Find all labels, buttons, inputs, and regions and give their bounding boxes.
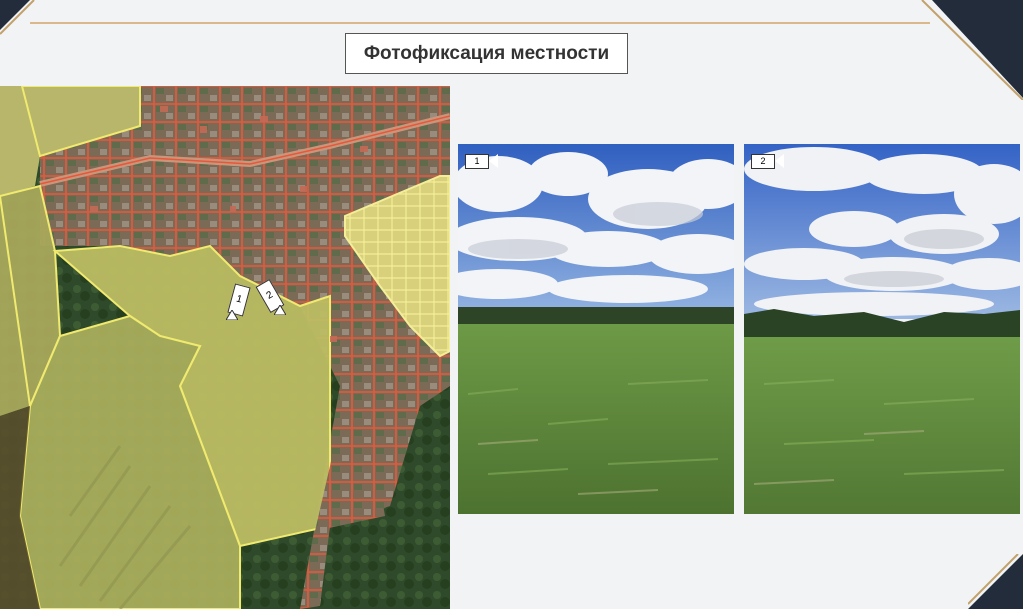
field-photo-1-image <box>458 144 734 514</box>
camera-marker-2-pointer <box>274 305 286 315</box>
corner-decoration-left <box>0 0 35 35</box>
field-photo-1[interactable]: 1 <box>458 144 734 514</box>
satellite-map[interactable]: 1 2 <box>0 86 450 609</box>
corner-decoration-top-right <box>921 0 1023 100</box>
page-title: Фотофиксация местности <box>345 33 628 74</box>
corner-decoration-bottom-right <box>968 554 1023 609</box>
camera-icon <box>489 154 498 168</box>
camera-icon <box>775 154 784 168</box>
camera-marker-1-pointer <box>226 310 238 320</box>
photo-2-label: 2 <box>751 154 775 169</box>
header-divider <box>30 22 930 24</box>
map-canvas <box>0 86 450 609</box>
field-photo-2-image <box>744 144 1020 514</box>
photo-1-label: 1 <box>465 154 489 169</box>
field-photo-2[interactable]: 2 <box>744 144 1020 514</box>
